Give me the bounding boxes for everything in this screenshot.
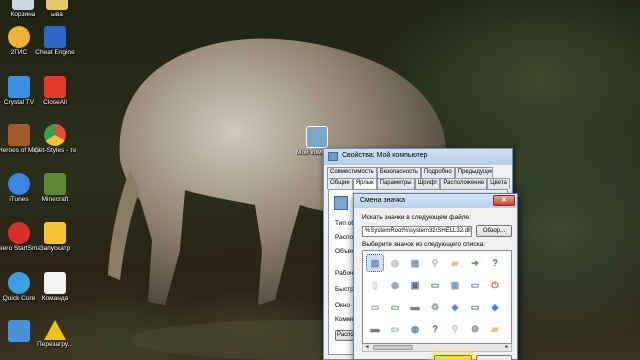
change-icon-dialog: Смена значка ✕ Искать значки в следующем… — [353, 193, 518, 360]
monitor-icon[interactable]: ▭ — [467, 299, 483, 315]
calendar-icon[interactable]: ▦ — [407, 255, 423, 271]
ok-button[interactable] — [434, 355, 472, 360]
shortcut-icon — [334, 196, 348, 210]
close-icon: ✕ — [501, 197, 507, 204]
search-file-label: Искать значки в следующем файле: — [362, 214, 471, 221]
printer-icon[interactable]: ▬ — [407, 299, 423, 315]
document-icon — [44, 272, 66, 294]
network-icon[interactable]: ◈ — [447, 299, 463, 315]
window-icon[interactable]: ▭ — [467, 277, 483, 293]
globe-icon[interactable]: ◍ — [407, 321, 423, 337]
wallpaper-wolf — [108, 38, 470, 360]
chrome-icon — [44, 124, 66, 146]
tab-compatibility[interactable]: Совместимость — [327, 167, 377, 178]
computer-icon[interactable]: ▣ — [447, 277, 463, 293]
recycle-icon[interactable]: ♻ — [427, 299, 443, 315]
tab-previous-versions[interactable]: Предыдущие версии — [454, 167, 493, 178]
settings-icon[interactable]: ⚙ — [467, 321, 483, 337]
tab-row-bottom: Общие Ярлык Параметры Шрифт Расположение… — [324, 178, 512, 189]
heroes-icon — [8, 124, 30, 146]
tab-font[interactable]: Шрифт — [414, 178, 441, 189]
properties-title-bar[interactable]: Свойства: Мой компьютер — [324, 149, 512, 165]
scroll-left-icon[interactable]: ◄ — [363, 344, 371, 351]
generic-file-icon[interactable]: ▯ — [367, 277, 383, 293]
tab-row-top: Совместимость Безопасность Подробно Пред… — [324, 167, 512, 178]
power-icon[interactable]: ⏻ — [487, 277, 503, 293]
cd-drive-icon[interactable]: ◎ — [387, 255, 403, 271]
desktop-icon-cheat-engine[interactable]: Cheat Engine — [34, 26, 76, 57]
folder-icon — [46, 0, 68, 10]
desktop-icon-closeall[interactable]: CloseAll — [34, 76, 76, 107]
close-all-icon — [44, 76, 66, 98]
tab-general[interactable]: Общие — [327, 178, 353, 189]
cancel-button[interactable] — [476, 355, 512, 360]
desktop-icon-label: CloseAll — [43, 99, 67, 106]
open-location-label: Распо — [337, 332, 354, 338]
icon-list[interactable]: ▤ ▯ ▭ ▬ ◎ ◉ ▭ ▭ ▦ ▣ ▬ ◍ ⚲ ▭ ♻? ▰ ▣ ◈ ⚲ ➜ ▭ ▭ ⚙? ⏻ ◆ ▰ — [362, 250, 512, 344]
desktop: Корзина ыва 2ГИС Cheat Engine Crystal TV… — [0, 0, 640, 360]
shield-icon[interactable]: ◆ — [487, 299, 503, 315]
desktop-icon-label: Get-Styles - темы для ... — [34, 147, 76, 154]
quick-cure-icon — [8, 272, 30, 294]
card-icon[interactable]: ▭ — [387, 321, 403, 337]
help-icon[interactable]: ? — [427, 321, 443, 337]
desktop-icon-minecraft[interactable]: Minecraft — [34, 173, 76, 204]
window-title: Свойства: Мой компьютер — [342, 152, 428, 159]
scrollbar-thumb[interactable] — [373, 345, 413, 350]
folder-icon[interactable]: ▰ — [447, 255, 463, 271]
network-drive-icon[interactable]: ▭ — [387, 299, 403, 315]
minecraft-icon — [44, 173, 66, 195]
desktop-icon-folder[interactable]: ыва — [36, 0, 78, 19]
document-icon[interactable]: ▤ — [366, 254, 384, 272]
dialog-title: Смена значка — [360, 197, 406, 204]
desktop-icon-label: Cheat Engine — [35, 49, 75, 56]
desktop-icon-launcher[interactable]: Запускатр — [34, 222, 76, 253]
browse-button[interactable]: Обзор... — [476, 225, 512, 237]
help-icon[interactable]: ? — [487, 255, 503, 271]
tab-security[interactable]: Безопасность — [376, 167, 421, 178]
icon-list-label: Выберите значок из следующего списка: — [362, 241, 485, 248]
itunes-icon — [8, 173, 30, 195]
close-button[interactable]: ✕ — [493, 195, 515, 206]
monitor-icon[interactable]: ▭ — [427, 277, 443, 293]
arrow-icon[interactable]: ➜ — [467, 255, 483, 271]
my-computer-icon — [306, 126, 328, 148]
tab-colors[interactable]: Цвета — [487, 178, 510, 189]
crystal-tv-icon — [8, 76, 30, 98]
desktop-icon-label: Minecraft — [41, 196, 69, 203]
desktop-icon-command[interactable]: Команда — [34, 272, 76, 303]
tab-layout[interactable]: Расположение — [440, 178, 488, 189]
drive-icon[interactable]: ▭ — [367, 299, 383, 315]
warning-icon — [44, 320, 66, 340]
my-computer-icon — [328, 152, 338, 161]
desktop-icon-reboot[interactable]: Перезагру... — [34, 320, 76, 349]
magnifier-icon[interactable]: ⚲ — [447, 321, 463, 337]
network-icon — [8, 320, 30, 342]
dialog-title-bar[interactable]: Смена значка ✕ — [354, 194, 517, 208]
icon-file-path-input[interactable]: %SystemRoot%\system32\SHELL32.dll — [362, 226, 472, 237]
nero-icon — [8, 222, 30, 244]
recycle-bin-icon — [12, 0, 34, 10]
2gis-icon — [8, 26, 30, 48]
desktop-icon-label: ыва — [51, 11, 63, 18]
magnifier-icon[interactable]: ⚲ — [427, 255, 443, 271]
scroll-right-icon[interactable]: ► — [503, 344, 511, 351]
tab-options[interactable]: Параметры — [376, 178, 415, 189]
tab-shortcut[interactable]: Ярлык — [352, 178, 377, 189]
label-target-type: Тип об — [335, 220, 355, 227]
icon-list-scrollbar[interactable]: ◄ ► — [362, 344, 512, 352]
disk-icon[interactable]: ▬ — [367, 321, 383, 337]
desktop-icon-label: Запускатр — [39, 245, 71, 252]
cd-icon[interactable]: ◉ — [387, 277, 403, 293]
folder-icon[interactable]: ▰ — [487, 321, 503, 337]
tab-details[interactable]: Подробно — [420, 167, 455, 178]
launcher-icon — [44, 222, 66, 244]
label-window: Окно — [335, 302, 351, 309]
desktop-icon-label: Перезагру... — [37, 341, 73, 348]
desktop-icon-get-styles[interactable]: Get-Styles - темы для ... — [34, 124, 76, 155]
cpu-icon[interactable]: ▣ — [407, 277, 423, 293]
cheat-engine-icon — [44, 26, 66, 48]
desktop-icon-label: Команда — [41, 295, 69, 302]
